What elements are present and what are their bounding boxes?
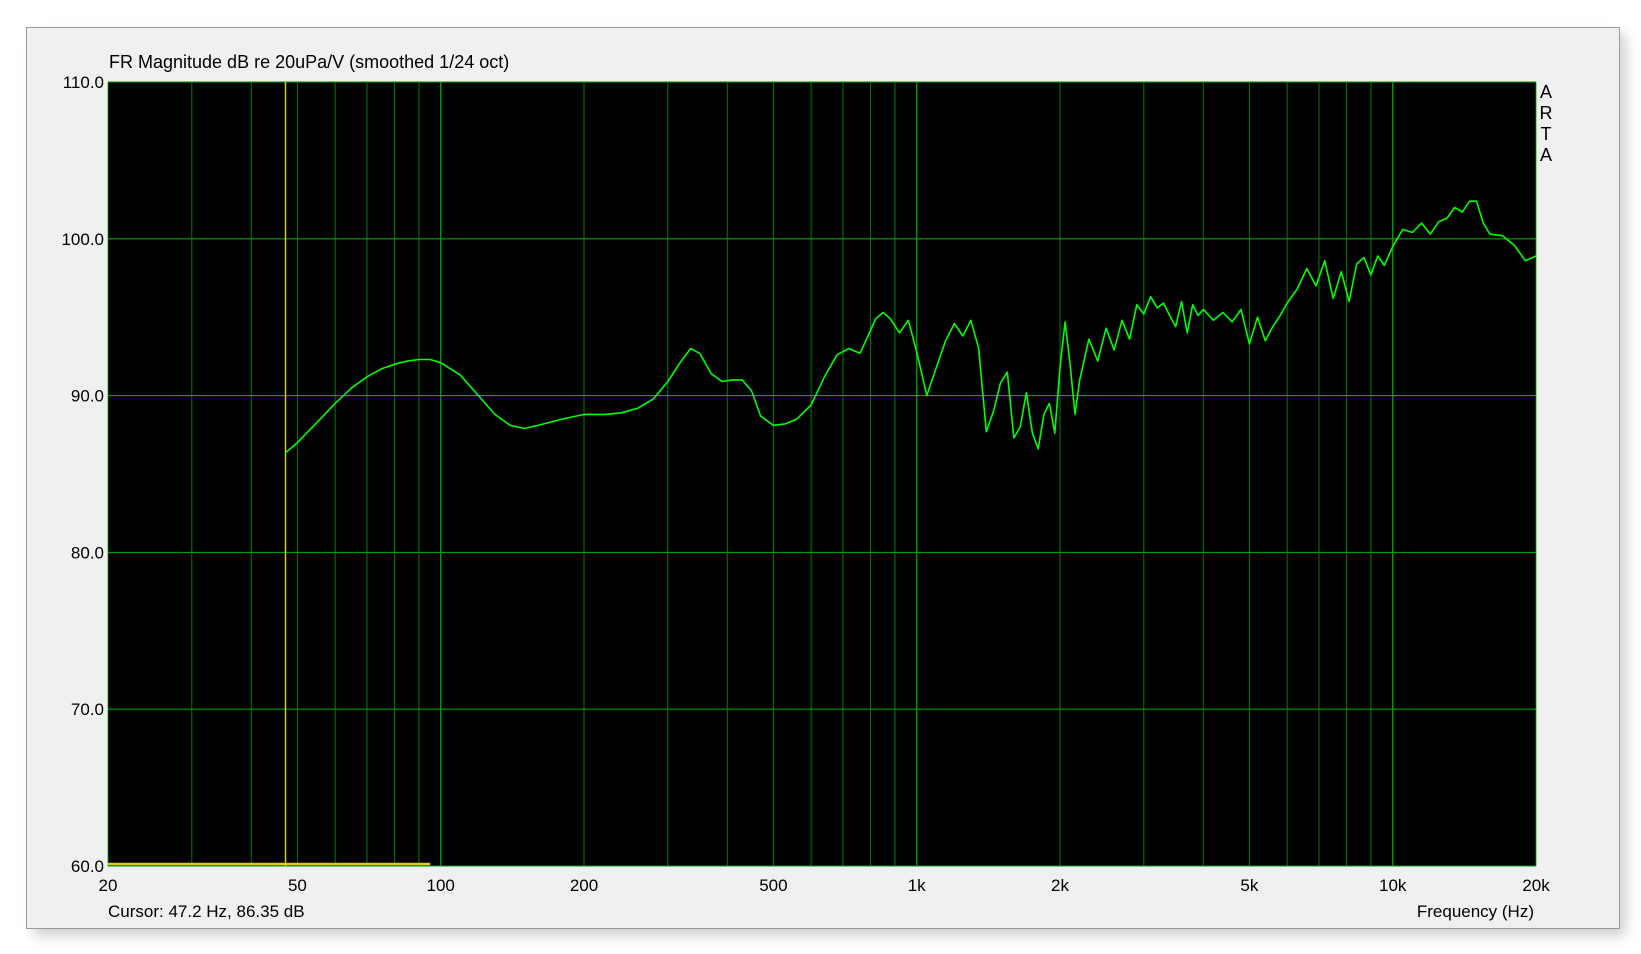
y-tick-label: 80.0	[71, 543, 104, 562]
x-tick-label: 20k	[1522, 876, 1550, 895]
y-tick-labels: 60.0 70.0 80.0 90.0 100.0 110.0	[61, 73, 104, 876]
x-tick-label: 1k	[908, 876, 926, 895]
y-tick-label: 110.0	[63, 73, 104, 92]
x-tick-label: 10k	[1379, 876, 1407, 895]
frequency-response-plot[interactable]: 60.0 70.0 80.0 90.0 100.0 110.0 20 50 100 200 500…	[0, 0, 1641, 954]
y-tick-label: 60.0	[71, 857, 104, 876]
brand-letter: T	[1540, 124, 1552, 144]
brand-letter: A	[1539, 145, 1552, 165]
brand-letter: R	[1539, 103, 1553, 123]
cursor-readout: Cursor: 47.2 Hz, 86.35 dB	[108, 902, 305, 921]
x-tick-label: 100	[427, 876, 455, 895]
x-tick-label: 200	[570, 876, 598, 895]
x-axis-label: Frequency (Hz)	[1416, 902, 1534, 921]
brand-letter: A	[1539, 82, 1552, 102]
x-tick-label: 2k	[1051, 876, 1069, 895]
x-tick-labels: 20 50 100 200 500 1k 2k 5k 10k 20k	[99, 876, 1551, 895]
y-tick-label: 70.0	[71, 700, 104, 719]
x-tick-label: 50	[288, 876, 307, 895]
arta-brand-label: A R T A	[1536, 82, 1556, 166]
y-tick-label: 100.0	[61, 230, 104, 249]
y-tick-label: 90.0	[71, 387, 104, 406]
plot-area[interactable]	[108, 82, 1536, 866]
x-tick-label: 5k	[1240, 876, 1258, 895]
x-tick-label: 20	[99, 876, 118, 895]
x-tick-label: 500	[759, 876, 787, 895]
